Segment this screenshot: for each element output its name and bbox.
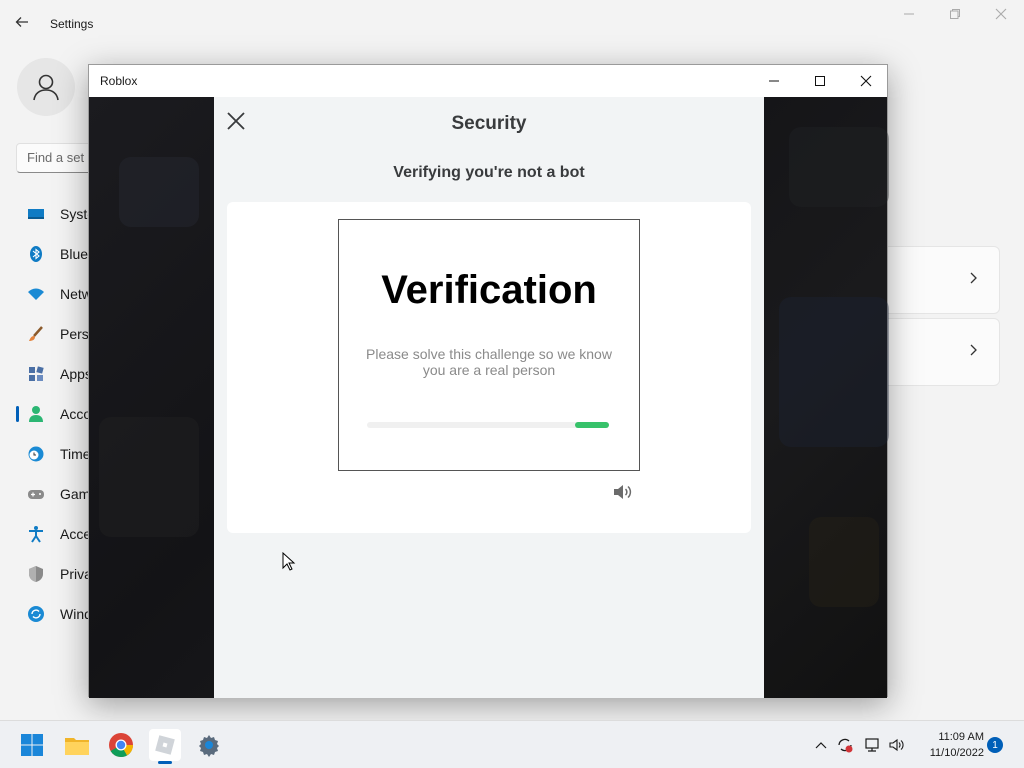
loading-progress-track	[367, 422, 609, 428]
captcha-panel: Verification Please solve this challenge…	[227, 202, 751, 533]
roblox-icon[interactable]	[149, 729, 181, 764]
update-icon	[26, 604, 46, 624]
verification-challenge[interactable]: Verification Please solve this challenge…	[338, 219, 640, 471]
network-icon[interactable]	[863, 737, 881, 753]
clock-globe-icon	[26, 444, 46, 464]
sync-alert-icon[interactable]	[836, 737, 854, 753]
clock-time: 11:09 AM	[938, 731, 984, 743]
loading-progress-fill	[575, 422, 609, 428]
settings-title: Settings	[50, 17, 94, 31]
challenge-description: Please solve this challenge so we know y…	[366, 346, 612, 378]
sidebar-item-label: Acco	[60, 406, 92, 422]
volume-icon[interactable]	[888, 737, 906, 753]
dialog-subtitle: Verifying you're not a bot	[393, 164, 585, 181]
bluetooth-icon	[26, 244, 46, 264]
settings-card[interactable]	[880, 246, 1000, 314]
display-icon	[26, 204, 46, 224]
gamepad-icon	[26, 484, 46, 504]
user-icon	[33, 74, 59, 101]
mouse-cursor-icon	[282, 551, 296, 572]
person-icon	[26, 404, 46, 424]
chrome-icon[interactable]	[105, 729, 137, 761]
settings-restore-button[interactable]	[932, 8, 978, 26]
settings-minimize-button[interactable]	[886, 8, 932, 26]
taskbar: 11:09 AM 11/10/2022 1	[0, 720, 1024, 768]
roblox-titlebar[interactable]: Roblox	[89, 65, 887, 97]
windows-start-icon[interactable]	[16, 729, 48, 761]
file-explorer-icon[interactable]	[61, 729, 93, 761]
roblox-minimize-button[interactable]	[751, 65, 797, 97]
chevron-up-icon[interactable]	[812, 737, 830, 753]
system-clock[interactable]: 11:09 AM 11/10/2022	[914, 729, 984, 761]
speaker-icon[interactable]	[612, 483, 634, 501]
sidebar-item-label: Acce	[60, 526, 92, 542]
wifi-icon	[26, 284, 46, 304]
avatar[interactable]	[17, 58, 75, 116]
clock-date: 11/10/2022	[929, 747, 984, 759]
shield-icon	[26, 564, 46, 584]
accessibility-icon	[26, 524, 46, 544]
back-arrow-icon[interactable]	[14, 14, 34, 34]
settings-card[interactable]	[880, 318, 1000, 386]
brush-icon	[26, 324, 46, 344]
chevron-right-icon	[969, 271, 979, 290]
challenge-title: Verification	[381, 268, 597, 312]
chevron-right-icon	[969, 343, 979, 362]
security-dialog: Security Verifying you're not a bot Veri…	[214, 97, 764, 698]
roblox-window-title: Roblox	[100, 74, 138, 88]
apps-icon	[26, 364, 46, 384]
roblox-maximize-button[interactable]	[797, 65, 843, 97]
settings-close-button[interactable]	[978, 8, 1024, 26]
settings-gear-icon[interactable]	[193, 729, 225, 761]
sidebar-item-label: Blue	[60, 246, 89, 262]
dialog-title: Security	[451, 113, 527, 134]
notification-badge[interactable]: 1	[987, 737, 1003, 753]
sidebar-item-label: Time	[60, 446, 91, 462]
roblox-close-button[interactable]	[843, 65, 889, 97]
roblox-window: Roblox Security Verifying you're not a b…	[88, 64, 889, 698]
sidebar-item-label: Gam	[60, 486, 91, 502]
